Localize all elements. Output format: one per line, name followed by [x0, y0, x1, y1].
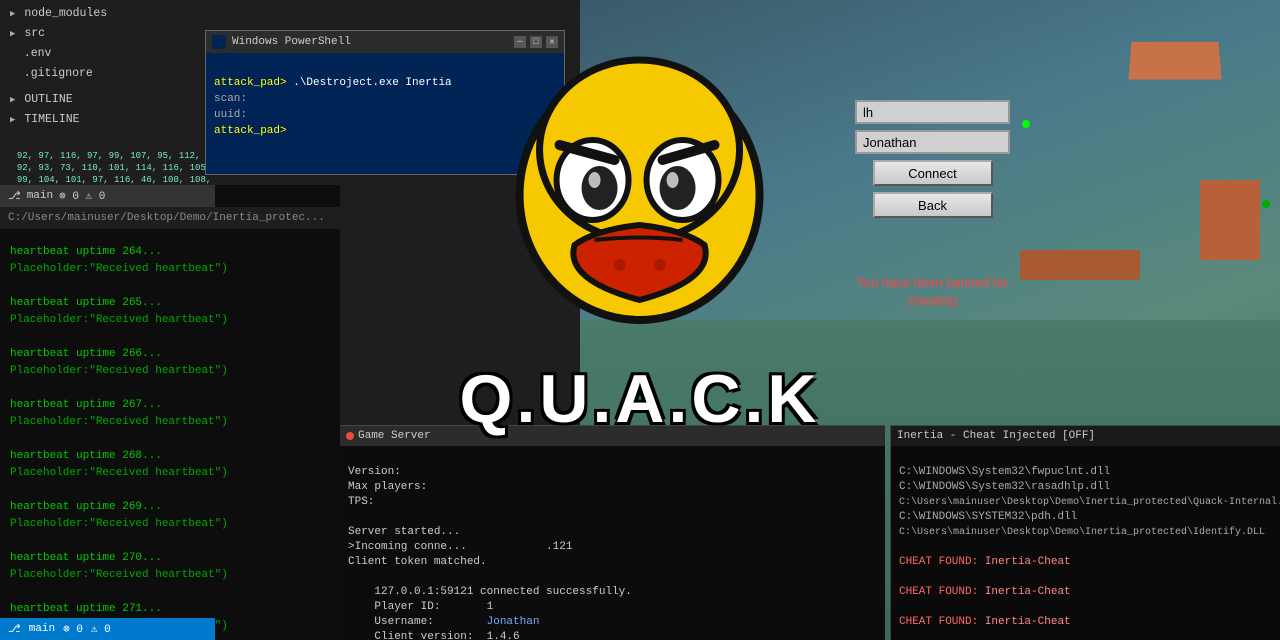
game-block-2 [1200, 180, 1260, 260]
tree-src[interactable]: ▶ src [2, 24, 213, 44]
terminal-line: Placeholder:"Received heartbeat") [10, 414, 330, 431]
terminal-line: Placeholder:"Received heartbeat") [10, 363, 330, 380]
tree-env[interactable]: .env [2, 44, 213, 64]
game-connect-dialog: Connect Back You have been banned forche… [855, 100, 1010, 310]
branch-icon: ⎇ [8, 189, 21, 203]
warning-count: ⚠ 0 [91, 622, 111, 636]
game-block-3 [1020, 250, 1140, 280]
terminal-line: heartbeat uptime 266... [10, 346, 330, 363]
branch-icon: ⎇ [8, 622, 21, 636]
game-indicator-2 [1262, 200, 1270, 208]
terminal-line: Placeholder:"Received heartbeat") [10, 312, 330, 329]
tree-timeline[interactable]: ▶ TIMELINE [2, 110, 213, 130]
game-indicator-1 [1022, 120, 1030, 128]
powershell-icon [212, 35, 226, 49]
connect-button[interactable]: Connect [873, 160, 993, 186]
terminal-line: heartbeat uptime 269... [10, 499, 330, 516]
cheat-panel: Inertia - Cheat Injected [OFF] C:\WINDOW… [890, 425, 1280, 640]
terminal-line: heartbeat uptime 265... [10, 295, 330, 312]
error-count: ⊗ 0 [63, 622, 83, 636]
duck-logo-container: Q.U.A.C.K [460, 40, 821, 438]
back-button[interactable]: Back [873, 192, 993, 218]
game-server-title: Game Server [358, 430, 431, 442]
tree-node-modules[interactable]: ▶ node_modules [2, 4, 213, 24]
tree-gitignore[interactable]: .gitignore [2, 64, 213, 84]
errors-count: ⊗ 0 ⚠ 0 [59, 189, 105, 203]
vscode-activity-bar: ⎇ main ⊗ 0 ⚠ 0 [0, 185, 215, 207]
terminal-left: heartbeat uptime 263... Placeholder:"Rec… [0, 185, 340, 640]
terminal-line: heartbeat uptime 267... [10, 397, 330, 414]
terminal-dot [346, 432, 354, 440]
terminal-line: heartbeat uptime 264... [10, 244, 330, 261]
powershell-title: Windows PowerShell [232, 36, 351, 48]
terminal-line: Placeholder:"Received heartbeat") [10, 516, 330, 533]
ban-message: You have been banned forcheating [856, 274, 1008, 310]
terminal-line: heartbeat uptime 270... [10, 550, 330, 567]
game-server-terminal: Game Server Version: Max players: TPS: S… [340, 425, 885, 640]
branch-name: main [29, 623, 55, 635]
breadcrumb: C:/Users/mainuser/Desktop/Demo/Inertia_p… [0, 207, 340, 229]
game-block-1 [1128, 42, 1221, 80]
branch-name: main [27, 190, 53, 202]
cheat-titlebar: Inertia - Cheat Injected [OFF] [891, 426, 1280, 446]
cheat-body: C:\WINDOWS\System32\fwpuclnt.dll C:\WIND… [891, 446, 1280, 640]
cheat-title: Inertia - Cheat Injected [OFF] [897, 430, 1095, 442]
terminal-line: heartbeat uptime 268... [10, 448, 330, 465]
breadcrumb-path: C:/Users/mainuser/Desktop/Demo/Inertia_p… [8, 212, 325, 224]
app-title: Q.U.A.C.K [460, 360, 821, 438]
server-ip-input[interactable] [855, 100, 1010, 124]
duck-mascot [485, 40, 795, 380]
terminal-line: Placeholder:"Received heartbeat") [10, 567, 330, 584]
tree-outline[interactable]: ▶ OUTLINE [2, 90, 213, 110]
username-input[interactable] [855, 130, 1010, 154]
terminal-line: heartbeat uptime 271... [10, 601, 330, 618]
terminal-line: Placeholder:"Received heartbeat") [10, 261, 330, 278]
game-server-body: Version: Max players: TPS: Server starte… [340, 446, 885, 640]
terminal-line: Placeholder:"Received heartbeat") [10, 465, 330, 482]
vscode-status-bar: ⎇ main ⊗ 0 ⚠ 0 [0, 618, 215, 640]
vscode-code-panel: ▶ node_modules ▶ src .env .gitignore ▶ O… [0, 0, 215, 185]
